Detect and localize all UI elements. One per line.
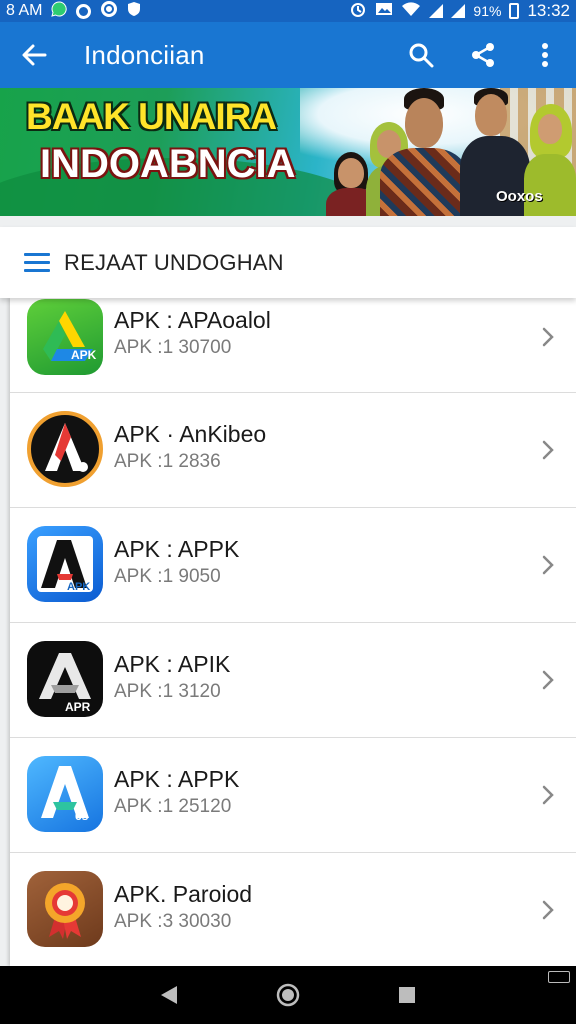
list-item[interactable]: APK · AnKibeo APK :1 2836	[10, 393, 576, 508]
page-title: Indonciian	[84, 39, 205, 70]
home-icon	[276, 983, 300, 1007]
clock-text: 13:32	[527, 1, 570, 20]
keyboard-icon	[548, 971, 570, 983]
recents-icon	[399, 987, 415, 1003]
carrier-text: 8 AM	[6, 2, 43, 19]
letter-a-icon: APR	[27, 641, 103, 717]
back-button[interactable]	[0, 22, 68, 88]
share-icon	[472, 43, 494, 67]
wifi-icon	[401, 1, 421, 22]
chevron-right-icon	[542, 555, 554, 575]
image-icon	[375, 1, 393, 22]
app-title: APK : APPK	[114, 766, 240, 792]
status-left: 8 AM	[6, 0, 141, 23]
app-subtitle: APK :1 9050	[114, 566, 221, 587]
app-root: 8 AM 91% 13:32 Indonciian BAAK UNAIRA IN…	[0, 0, 576, 1024]
app-title: APK : APIK	[114, 651, 231, 677]
letter-a-icon: 6s	[27, 756, 103, 832]
chevron-right-icon	[542, 785, 554, 805]
app-title: APK. Paroiod	[114, 881, 253, 907]
list-item[interactable]: 6s APK : APPK APK :1 25120	[10, 738, 576, 853]
status-right: 91% 13:32	[349, 0, 570, 23]
alarm-icon	[349, 0, 367, 23]
signal-icon	[451, 4, 466, 18]
svg-text:APR: APR	[65, 700, 91, 714]
app-subtitle: APK :1 25120	[114, 796, 232, 817]
arrow-left-icon	[22, 44, 47, 66]
nav-back-button[interactable]	[156, 982, 182, 1008]
system-nav-bar	[0, 966, 576, 1024]
pen-tool-icon	[27, 411, 103, 487]
app-bar-actions	[390, 22, 576, 88]
category-header[interactable]: REJAAT UNDOGHAN	[0, 227, 576, 298]
chevron-right-icon	[542, 670, 554, 690]
app-title: APK : APAoalol	[114, 307, 271, 333]
list-item[interactable]: APR APK : APIK APK :1 3120	[10, 623, 576, 738]
list-item-text: APK : APAoalol APK :1 30700	[114, 307, 271, 360]
promo-banner[interactable]: BAAK UNAIRA INDOABNCIA Ooxos	[0, 88, 576, 216]
banner-headline: BAAK UNAIRA	[26, 96, 277, 137]
app-list: APK APK : APAoalol APK :1 30700 APK · An…	[10, 298, 576, 966]
list-item[interactable]: APK APK : APAoalol APK :1 30700	[10, 298, 576, 393]
more-options-button[interactable]	[514, 22, 576, 88]
app-subtitle: APK :3 30030	[114, 911, 232, 932]
chevron-right-icon	[542, 440, 554, 460]
status-bar: 8 AM 91% 13:32	[0, 0, 576, 22]
sync-icon	[100, 0, 118, 23]
nav-home-button[interactable]	[275, 982, 301, 1008]
letter-a-icon: APK	[27, 526, 103, 602]
circle-icon	[76, 3, 92, 19]
search-button[interactable]	[390, 22, 452, 88]
list-item[interactable]: APK. Paroiod APK :3 30030	[10, 853, 576, 966]
banner-person	[378, 88, 468, 216]
app-subtitle: APK :1 30700	[114, 337, 232, 358]
nav-recents-button[interactable]	[394, 982, 420, 1008]
whatsapp-icon	[51, 0, 68, 22]
list-item-text: APK · AnKibeo APK :1 2836	[114, 421, 266, 474]
svg-text:6s: 6s	[75, 809, 89, 823]
banner-logo: Ooxos	[496, 188, 543, 205]
svg-text:APK: APK	[67, 581, 90, 593]
chevron-right-icon	[542, 900, 554, 920]
list-item-text: APK. Paroiod APK :3 30030	[114, 881, 252, 934]
svg-text:APK: APK	[71, 348, 97, 362]
app-title: APK · AnKibeo	[114, 421, 267, 447]
back-icon	[161, 986, 177, 1004]
app-title: APK : APPK	[114, 536, 240, 562]
more-vert-icon	[542, 43, 548, 67]
list-item-text: APK : APIK APK :1 3120	[114, 651, 230, 704]
battery-percent-text: 91%	[473, 3, 502, 19]
menu-icon	[24, 253, 50, 272]
app-subtitle: APK :1 2836	[114, 451, 221, 472]
search-icon	[409, 43, 434, 68]
app-subtitle: APK :1 3120	[114, 681, 221, 702]
share-button[interactable]	[452, 22, 514, 88]
chevron-right-icon	[542, 327, 554, 347]
award-ribbon-icon	[27, 871, 103, 947]
list-item-text: APK : APPK APK :1 25120	[114, 766, 239, 819]
shield-icon	[127, 1, 141, 22]
list-item-text: APK : APPK APK :1 9050	[114, 536, 239, 589]
drive-icon: APK	[27, 299, 103, 375]
app-bar: Indonciian	[0, 22, 576, 88]
list-item[interactable]: APK APK : APPK APK :1 9050	[10, 508, 576, 623]
battery-icon	[509, 3, 520, 19]
category-title: REJAAT UNDOGHAN	[64, 249, 284, 275]
banner-subheadline: INDOABNCIA	[40, 142, 296, 186]
signal-icon	[429, 4, 444, 18]
